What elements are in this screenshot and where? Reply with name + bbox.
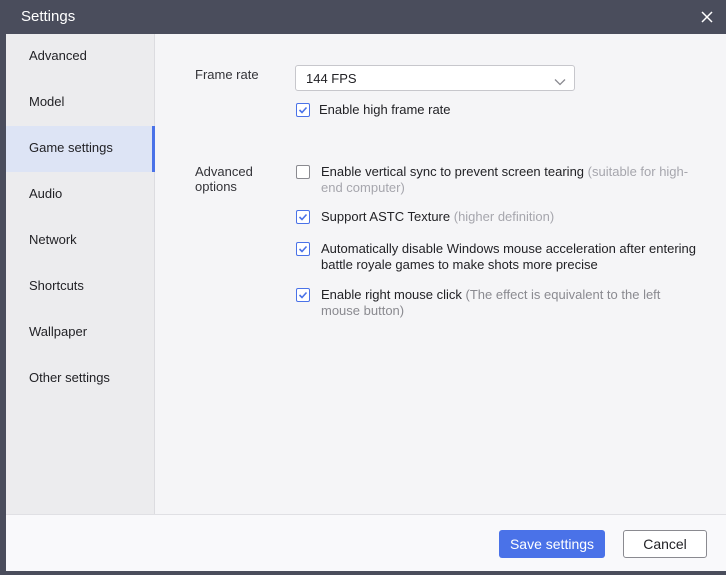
advanced-options-label-line1: Advanced [195,164,253,179]
checkmark-icon [298,106,308,114]
sidebar-item-wallpaper[interactable]: Wallpaper [6,310,154,356]
mouse-acceleration-checkbox[interactable] [296,242,310,256]
sidebar-item-label: Audio [29,186,63,201]
mouse-acceleration-label-line2: battle royale games to make shots more p… [321,257,598,272]
close-icon [696,6,718,28]
sidebar-item-label: Model [29,94,65,109]
close-button[interactable] [696,6,718,28]
sidebar-item-audio[interactable]: Audio [6,172,154,218]
settings-client-area: Advanced Model Game settings Audio Netwo… [6,34,726,571]
right-click-hint-line1: (The effect is equivalent to the left [465,287,661,302]
sidebar-item-label: Network [29,232,77,247]
astc-checkbox[interactable] [296,210,310,224]
mouse-acceleration-option: Automatically disable Windows mouse acce… [321,241,721,273]
frame-rate-label: Frame rate [195,67,259,82]
footer: Save settings Cancel [6,514,726,571]
vsync-label: Enable vertical sync to prevent screen t… [321,164,585,179]
save-settings-button[interactable]: Save settings [499,530,605,558]
sidebar-item-network[interactable]: Network [6,218,154,264]
cancel-button[interactable]: Cancel [623,530,707,558]
right-click-checkbox[interactable] [296,288,310,302]
vsync-hint-line1: (suitable for high- [587,164,689,179]
astc-option: Support ASTC Texture (higher definition) [321,209,554,225]
vsync-hint-line2: end computer) [321,180,405,195]
title-bar: Settings [0,0,726,34]
sidebar-item-model[interactable]: Model [6,80,154,126]
checkmark-icon [298,291,308,299]
settings-window: Settings Advanced Model Game settings Au… [0,0,726,575]
sidebar-item-other-settings[interactable]: Other settings [6,356,154,402]
right-click-label: Enable right mouse click [321,287,462,302]
high-frame-rate-checkbox[interactable] [296,103,310,117]
astc-hint: (higher definition) [453,209,555,224]
advanced-options-label-line2: options [195,179,237,194]
astc-label: Support ASTC Texture [321,209,451,224]
sidebar-item-game-settings[interactable]: Game settings [6,126,155,172]
vsync-option: Enable vertical sync to prevent screen t… [321,164,701,196]
sidebar-item-label: Other settings [29,370,110,385]
advanced-options-label: Advanced options [195,164,253,194]
chevron-down-icon [554,73,566,91]
vsync-checkbox[interactable] [296,165,310,179]
sidebar: Advanced Model Game settings Audio Netwo… [6,34,155,514]
checkmark-icon [298,245,308,253]
sidebar-item-advanced[interactable]: Advanced [6,34,154,80]
window-title: Settings [21,8,76,25]
checkmark-icon [298,213,308,221]
right-click-option: Enable right mouse click (The effect is … [321,287,711,319]
sidebar-item-label: Wallpaper [29,324,88,339]
sidebar-item-shortcuts[interactable]: Shortcuts [6,264,154,310]
mouse-acceleration-label-line1: Automatically disable Windows mouse acce… [321,241,697,256]
frame-rate-value: 144 FPS [306,71,357,86]
sidebar-item-label: Advanced [29,48,87,63]
game-settings-panel: Frame rate 144 FPS Enable high frame rat… [155,34,726,514]
frame-rate-select[interactable]: 144 FPS [295,65,575,91]
right-click-hint-line2: mouse button) [321,303,405,318]
sidebar-item-label: Shortcuts [29,278,84,293]
high-frame-rate-label: Enable high frame rate [319,102,451,117]
sidebar-item-label: Game settings [29,140,113,155]
